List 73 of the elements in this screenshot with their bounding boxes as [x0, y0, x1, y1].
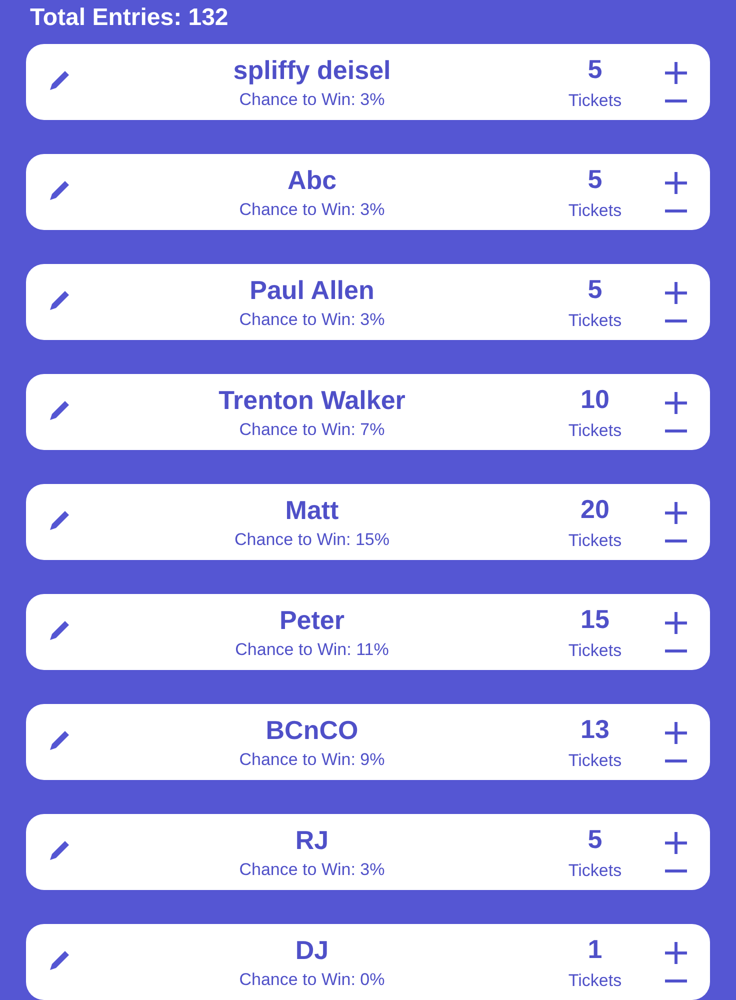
win-chance: Chance to Win: 3%: [239, 860, 385, 880]
tickets-label: Tickets: [568, 530, 622, 550]
win-chance: Chance to Win: 3%: [239, 310, 385, 330]
win-chance: Chance to Win: 3%: [239, 90, 385, 110]
increment-button[interactable]: [664, 941, 688, 965]
tickets-label: Tickets: [568, 750, 622, 770]
minus-icon: [664, 429, 688, 433]
minus-icon: [664, 869, 688, 873]
plus-icon: [664, 611, 688, 635]
increment-button[interactable]: [664, 831, 688, 855]
decrement-button[interactable]: [664, 649, 688, 653]
tickets-label: Tickets: [568, 860, 622, 880]
plus-icon: [664, 941, 688, 965]
decrement-button[interactable]: [664, 209, 688, 213]
tickets-label: Tickets: [568, 970, 622, 990]
increment-button[interactable]: [664, 281, 688, 305]
plus-icon: [664, 391, 688, 415]
win-chance: Chance to Win: 15%: [234, 530, 390, 550]
ticket-count: 5: [588, 164, 602, 194]
plus-icon: [664, 831, 688, 855]
minus-icon: [664, 759, 688, 763]
decrement-button[interactable]: [664, 979, 688, 983]
ticket-count: 1: [588, 934, 602, 964]
plus-icon: [664, 171, 688, 195]
decrement-button[interactable]: [664, 759, 688, 763]
minus-icon: [664, 319, 688, 323]
increment-button[interactable]: [664, 61, 688, 85]
minus-icon: [664, 539, 688, 543]
decrement-button[interactable]: [664, 869, 688, 873]
increment-button[interactable]: [664, 721, 688, 745]
entry-name: Abc: [287, 164, 337, 196]
decrement-button[interactable]: [664, 429, 688, 433]
tickets-label: Tickets: [568, 420, 622, 440]
entry-name: spliffy deisel: [233, 54, 391, 86]
ticket-count: 10: [580, 384, 610, 414]
decrement-button[interactable]: [664, 319, 688, 323]
win-chance: Chance to Win: 7%: [239, 420, 385, 440]
entry-name: DJ: [295, 934, 329, 966]
ticket-count: 15: [580, 604, 610, 634]
minus-icon: [664, 649, 688, 653]
tickets-label: Tickets: [568, 640, 622, 660]
plus-icon: [664, 501, 688, 525]
total-entries-label: Total Entries: 132: [30, 4, 230, 32]
tickets-label: Tickets: [568, 310, 622, 330]
decrement-button[interactable]: [664, 99, 688, 103]
entry-name: Paul Allen: [250, 274, 374, 306]
tickets-label: Tickets: [568, 200, 622, 220]
entry-name: Matt: [285, 494, 339, 526]
win-chance: Chance to Win: 9%: [239, 750, 385, 770]
plus-icon: [664, 721, 688, 745]
increment-button[interactable]: [664, 611, 688, 635]
increment-button[interactable]: [664, 171, 688, 195]
increment-button[interactable]: [664, 501, 688, 525]
increment-button[interactable]: [664, 391, 688, 415]
entry-name: BCnCO: [266, 714, 358, 746]
minus-icon: [664, 979, 688, 983]
plus-icon: [664, 61, 688, 85]
ticket-count: 5: [588, 274, 602, 304]
minus-icon: [664, 99, 688, 103]
entry-name: Peter: [279, 604, 345, 636]
win-chance: Chance to Win: 0%: [239, 970, 385, 990]
win-chance: Chance to Win: 11%: [235, 640, 389, 660]
entry-name: Trenton Walker: [218, 384, 406, 416]
ticket-count: 20: [580, 494, 610, 524]
ticket-count: 5: [588, 824, 602, 854]
decrement-button[interactable]: [664, 539, 688, 543]
tickets-label: Tickets: [568, 90, 622, 110]
minus-icon: [664, 209, 688, 213]
entry-name: RJ: [295, 824, 329, 856]
win-chance: Chance to Win: 3%: [239, 200, 385, 220]
ticket-count: 5: [588, 54, 602, 84]
plus-icon: [664, 281, 688, 305]
ticket-count: 13: [580, 714, 610, 744]
